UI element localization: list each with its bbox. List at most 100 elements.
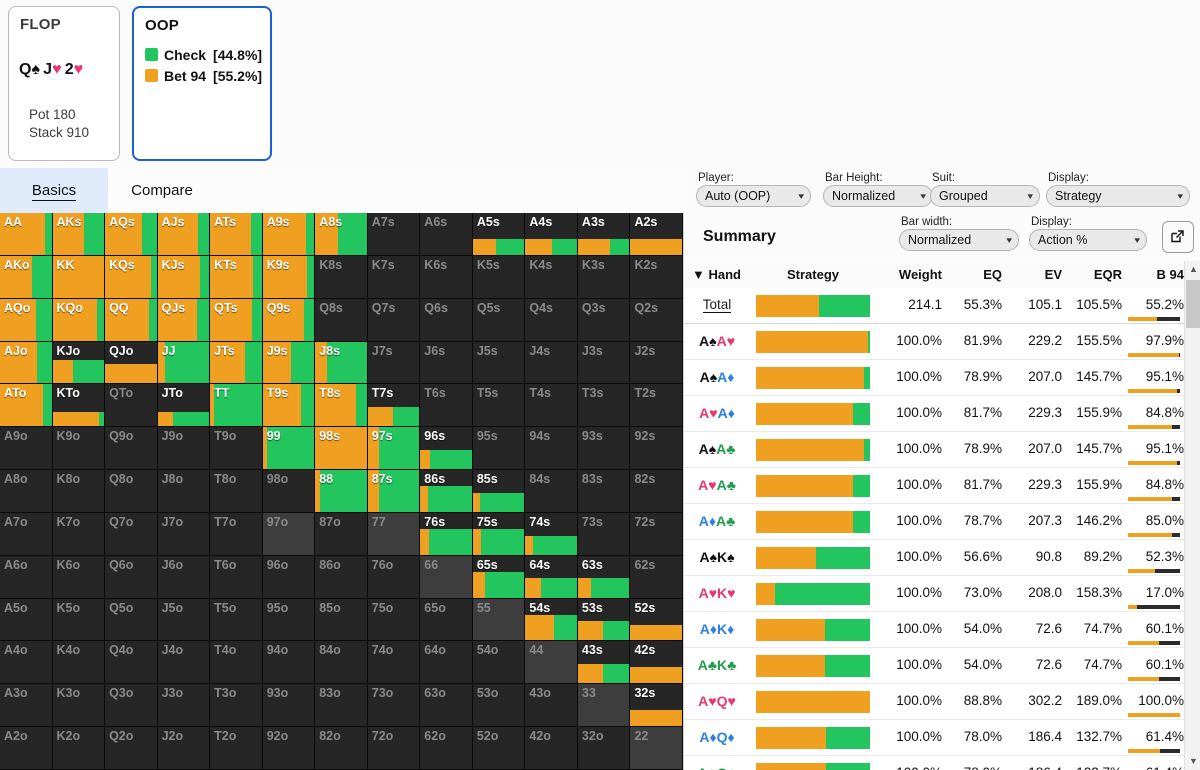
matrix-cell-T5s[interactable]: T5s	[472, 384, 526, 428]
matrix-cell-97o[interactable]: 97o	[262, 512, 316, 556]
matrix-cell-97s[interactable]: 97s	[367, 427, 421, 471]
summary-table-row[interactable]: A♠A♣100.0%78.9%207.0145.7%95.1%4.9%	[684, 432, 1184, 468]
matrix-cell-85s[interactable]: 85s	[472, 470, 526, 513]
display-select[interactable]: Strategy ▾	[1046, 185, 1190, 207]
matrix-cell-A9s[interactable]: A9s	[262, 213, 316, 256]
matrix-cell-75s[interactable]: 75s	[472, 512, 526, 556]
matrix-cell-96o[interactable]: 96o	[262, 555, 316, 599]
bar-width-select[interactable]: Normalized ▾	[899, 229, 1019, 251]
matrix-cell-Q4s[interactable]: Q4s	[525, 298, 578, 342]
matrix-cell-T4s[interactable]: T4s	[525, 384, 578, 428]
matrix-cell-K2o[interactable]: K2o	[52, 727, 106, 770]
matrix-cell-95o[interactable]: 95o	[262, 598, 316, 642]
matrix-cell-J9s[interactable]: J9s	[262, 341, 316, 385]
matrix-cell-K8o[interactable]: K8o	[52, 470, 106, 513]
matrix-cell-83o[interactable]: 83o	[315, 684, 368, 728]
matrix-cell-43s[interactable]: 43s	[577, 641, 631, 685]
matrix-cell-K3o[interactable]: K3o	[52, 684, 106, 728]
matrix-cell-KTs[interactable]: KTs	[210, 255, 263, 299]
matrix-cell-AJo[interactable]: AJo	[0, 341, 53, 385]
chevron-up-icon[interactable]: ▲	[1185, 261, 1200, 278]
matrix-cell-Q9o[interactable]: Q9o	[105, 427, 158, 471]
matrix-cell-A3s[interactable]: A3s	[577, 213, 631, 256]
matrix-cell-AQo[interactable]: AQo	[0, 298, 53, 342]
matrix-cell-K6s[interactable]: K6s	[420, 255, 473, 299]
matrix-cell-42s[interactable]: 42s	[630, 641, 683, 685]
matrix-cell-T9s[interactable]: T9s	[262, 384, 316, 428]
matrix-cell-94o[interactable]: 94o	[262, 641, 316, 685]
matrix-cell-A2o[interactable]: A2o	[0, 727, 53, 770]
matrix-cell-KJo[interactable]: KJo	[52, 341, 106, 385]
matrix-cell-J4s[interactable]: J4s	[525, 341, 578, 385]
scrollbar-thumb[interactable]	[1186, 280, 1200, 328]
hand-matrix[interactable]: AA AKs AQs AJs ATs A9s A8s A7s A6s A5s A4s A3s A2s AK…	[0, 213, 683, 770]
matrix-cell-T8o[interactable]: T8o	[210, 470, 263, 513]
matrix-cell-J8o[interactable]: J8o	[157, 470, 211, 513]
matrix-cell-86s[interactable]: 86s	[420, 470, 473, 513]
bar-height-select[interactable]: Normalized ▾	[823, 185, 933, 207]
matrix-cell-72s[interactable]: 72s	[630, 512, 683, 556]
chevron-down-icon[interactable]: ▼	[1185, 753, 1200, 770]
matrix-cell-62s[interactable]: 62s	[630, 555, 683, 599]
matrix-cell-T2s[interactable]: T2s	[630, 384, 683, 428]
matrix-cell-QJo[interactable]: QJo	[105, 341, 158, 385]
matrix-cell-T5o[interactable]: T5o	[210, 598, 263, 642]
matrix-cell-62o[interactable]: 62o	[420, 727, 473, 770]
matrix-cell-JTs[interactable]: JTs	[210, 341, 263, 385]
summary-table-row[interactable]: A♥A♦100.0%81.7%229.3155.9%84.8%15.2%	[684, 396, 1184, 432]
matrix-cell-94s[interactable]: 94s	[525, 427, 578, 471]
matrix-cell-K2s[interactable]: K2s	[630, 255, 683, 299]
matrix-cell-T3s[interactable]: T3s	[577, 384, 631, 428]
summary-display-select[interactable]: Action % ▾	[1029, 229, 1147, 251]
matrix-cell-A7s[interactable]: A7s	[367, 213, 421, 256]
matrix-cell-T7s[interactable]: T7s	[367, 384, 421, 428]
summary-table-row[interactable]: A♦A♣100.0%78.7%207.3146.2%85.0%15.0%	[684, 504, 1184, 540]
matrix-cell-76o[interactable]: 76o	[367, 555, 421, 599]
summary-table-row[interactable]: A♦K♦100.0%54.0%72.674.7%60.1%39.9%	[684, 612, 1184, 648]
matrix-cell-74s[interactable]: 74s	[525, 512, 578, 556]
summary-col-header-2[interactable]: Weight	[880, 261, 942, 288]
matrix-cell-AJs[interactable]: AJs	[157, 213, 211, 256]
matrix-cell-65o[interactable]: 65o	[420, 598, 473, 642]
matrix-cell-T7o[interactable]: T7o	[210, 512, 263, 556]
matrix-cell-33[interactable]: 33	[577, 684, 631, 728]
matrix-cell-T4o[interactable]: T4o	[210, 641, 263, 685]
matrix-cell-Q6s[interactable]: Q6s	[420, 298, 473, 342]
matrix-cell-J6s[interactable]: J6s	[420, 341, 473, 385]
oop-action-card[interactable]: OOP Check [44.8%] Bet 94 [55.2%]	[132, 6, 272, 161]
matrix-cell-A2s[interactable]: A2s	[630, 213, 683, 256]
matrix-cell-88[interactable]: 88	[315, 470, 368, 513]
matrix-cell-J5o[interactable]: J5o	[157, 598, 211, 642]
matrix-cell-74o[interactable]: 74o	[367, 641, 421, 685]
matrix-cell-Q6o[interactable]: Q6o	[105, 555, 158, 599]
matrix-cell-K4o[interactable]: K4o	[52, 641, 106, 685]
matrix-cell-J7o[interactable]: J7o	[157, 512, 211, 556]
summary-col-header-6[interactable]: B 94	[1122, 261, 1184, 288]
action-row-bet[interactable]: Bet 94 [55.2%]	[145, 68, 262, 84]
summary-table-body[interactable]: Total214.155.3%105.1105.5%55.2%44.8%A♠A♥…	[684, 288, 1184, 770]
matrix-cell-75o[interactable]: 75o	[367, 598, 421, 642]
matrix-cell-63o[interactable]: 63o	[420, 684, 473, 728]
matrix-cell-J2s[interactable]: J2s	[630, 341, 683, 385]
matrix-cell-64o[interactable]: 64o	[420, 641, 473, 685]
matrix-cell-Q7s[interactable]: Q7s	[367, 298, 421, 342]
matrix-cell-52s[interactable]: 52s	[630, 598, 683, 642]
summary-total-row[interactable]: Total214.155.3%105.1105.5%55.2%44.8%	[684, 288, 1184, 324]
matrix-cell-J3s[interactable]: J3s	[577, 341, 631, 385]
matrix-cell-32s[interactable]: 32s	[630, 684, 683, 728]
matrix-cell-AQs[interactable]: AQs	[105, 213, 158, 256]
matrix-cell-AKs[interactable]: AKs	[52, 213, 106, 256]
matrix-cell-T9o[interactable]: T9o	[210, 427, 263, 471]
matrix-cell-Q3s[interactable]: Q3s	[577, 298, 631, 342]
matrix-cell-Q8s[interactable]: Q8s	[315, 298, 368, 342]
matrix-cell-KQs[interactable]: KQs	[105, 255, 158, 299]
summary-table-row[interactable]: A♠A♦100.0%78.9%207.0145.7%95.1%4.9%	[684, 360, 1184, 396]
matrix-cell-K9o[interactable]: K9o	[52, 427, 106, 471]
matrix-cell-65s[interactable]: 65s	[472, 555, 526, 599]
matrix-cell-Q4o[interactable]: Q4o	[105, 641, 158, 685]
action-row-check[interactable]: Check [44.8%]	[145, 47, 262, 63]
matrix-cell-Q9s[interactable]: Q9s	[262, 298, 316, 342]
matrix-cell-73s[interactable]: 73s	[577, 512, 631, 556]
matrix-cell-A5o[interactable]: A5o	[0, 598, 53, 642]
matrix-cell-J6o[interactable]: J6o	[157, 555, 211, 599]
